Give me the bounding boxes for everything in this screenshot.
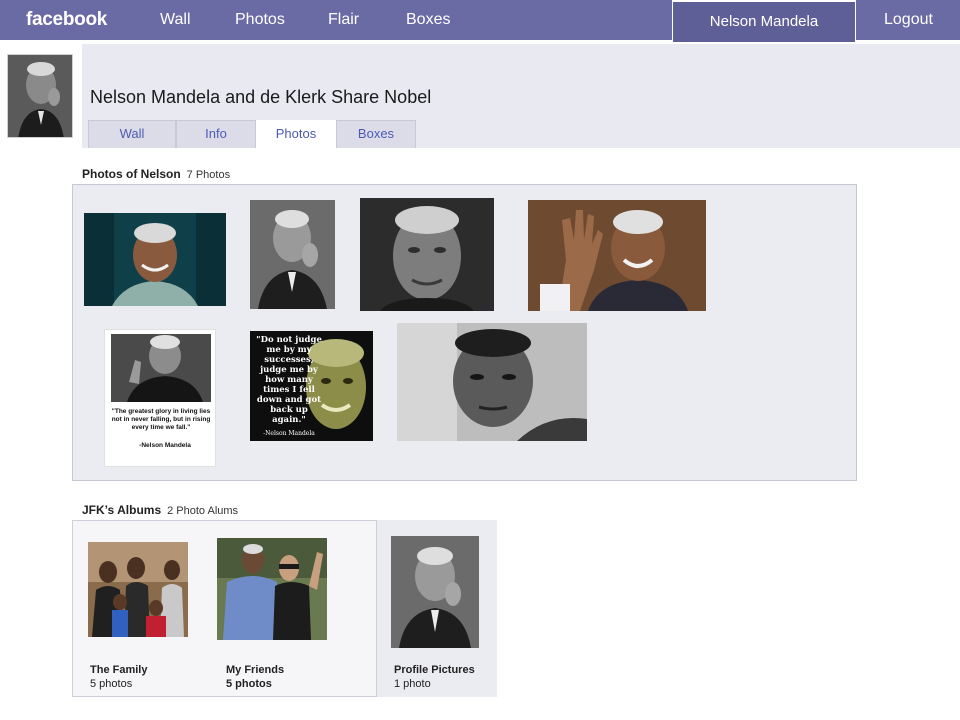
albums-section-heading: JFK’s Albums 2 Photo Alums	[82, 503, 238, 517]
photos-count: 7 Photos	[186, 169, 231, 181]
albums-section-title: JFK’s Albums	[82, 503, 162, 517]
photo-thumbnail[interactable]	[528, 200, 706, 311]
profile-picture[interactable]	[7, 54, 73, 138]
quote-text: "The greatest glory in living lies not i…	[111, 408, 211, 431]
nav-boxes[interactable]: Boxes	[406, 11, 450, 29]
tab-info[interactable]: Info	[176, 120, 256, 148]
album-photo-count: 5 photos	[90, 678, 133, 690]
top-navigation-bar: facebook Wall Photos Flair Boxes Nelson …	[0, 0, 960, 42]
profile-title: Nelson Mandela and de Klerk Share Nobel	[90, 87, 432, 107]
quote-photo-thumbnail[interactable]: "Do not judge me by my successes, judge …	[250, 331, 373, 441]
album-photo-count: 1 photo	[394, 678, 431, 690]
photo-thumbnail[interactable]	[250, 200, 335, 309]
album-title[interactable]: My Friends	[226, 664, 284, 676]
tab-wall[interactable]: Wall	[88, 120, 176, 148]
photo-thumbnail[interactable]	[397, 323, 587, 441]
quote-attribution: -Nelson Mandela	[263, 430, 315, 437]
album-cover[interactable]	[217, 538, 327, 640]
tab-boxes[interactable]: Boxes	[336, 120, 416, 148]
photos-section-heading: Photos of Nelson 7 Photos	[82, 167, 230, 181]
album-cover[interactable]	[391, 536, 479, 648]
tab-photos[interactable]: Photos	[256, 120, 336, 148]
albums-count: 2 Photo Alums	[167, 505, 239, 517]
photos-section-title: Photos of Nelson	[82, 167, 181, 181]
album-cover[interactable]	[88, 542, 188, 637]
nav-flair[interactable]: Flair	[328, 11, 359, 29]
nav-photos[interactable]: Photos	[235, 11, 285, 29]
album-title[interactable]: The Family	[90, 664, 147, 676]
user-name-tab[interactable]: Nelson Mandela	[672, 0, 856, 42]
facebook-profile-page: facebook Wall Photos Flair Boxes Nelson …	[0, 0, 960, 720]
album-title[interactable]: Profile Pictures	[394, 664, 475, 676]
quote-photo-thumbnail[interactable]: "The greatest glory in living lies not i…	[104, 329, 216, 467]
photo-thumbnail[interactable]	[360, 198, 494, 311]
nav-wall[interactable]: Wall	[160, 11, 191, 29]
quote-attribution: -Nelson Mandela	[139, 442, 191, 449]
profile-tabs: Wall Info Photos Boxes	[88, 120, 416, 148]
logout-link[interactable]: Logout	[884, 11, 933, 29]
quote-text: "Do not judge me by my successes, judge …	[256, 335, 322, 425]
photo-thumbnail[interactable]	[84, 213, 226, 306]
album-photo-count: 5 photos	[226, 678, 272, 690]
facebook-logo[interactable]: facebook	[26, 9, 107, 31]
